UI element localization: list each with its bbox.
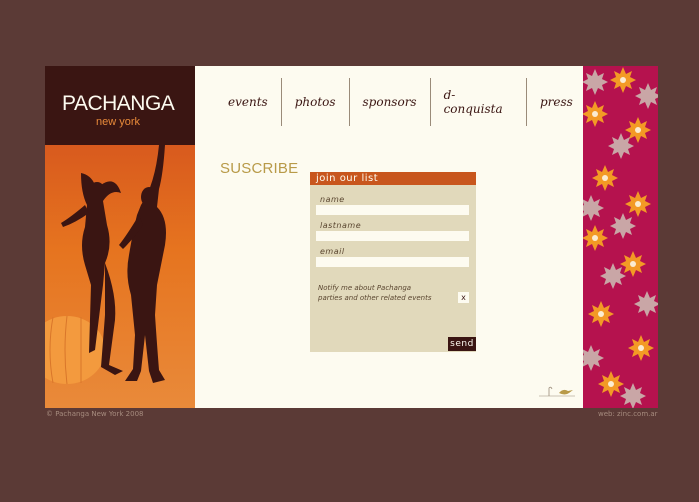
nav-d-conquista[interactable]: d-conquista xyxy=(431,78,526,126)
dancers-image xyxy=(45,145,195,408)
nav-photos[interactable]: photos xyxy=(282,78,349,126)
notify-line-1: Notify me about Pachanga xyxy=(318,284,412,292)
page-title: SUSCRIBE xyxy=(220,160,299,177)
credit-link[interactable]: web: zinc.com.ar xyxy=(598,410,658,418)
flower-pattern xyxy=(583,66,658,408)
signup-form: join our list name lastname email Notify… xyxy=(310,172,476,352)
dancer-right xyxy=(119,145,166,383)
copyright: © Pachanga New York 2008 xyxy=(46,410,144,418)
nav-press[interactable]: press xyxy=(527,78,586,126)
flower-pattern-art xyxy=(583,67,658,408)
notify-line-2: parties and other related events xyxy=(318,294,432,302)
nav-sponsors[interactable]: sponsors xyxy=(350,78,430,126)
notify-checkbox[interactable]: x xyxy=(458,292,469,303)
lastname-field[interactable] xyxy=(316,231,469,241)
logo-title: PACHANGA xyxy=(62,92,175,115)
logo-box[interactable]: PACHANGA new york xyxy=(45,66,195,145)
page-frame: PACHANGA new york events photos sponsors… xyxy=(45,66,658,408)
email-field[interactable] xyxy=(316,257,469,267)
form-header: join our list xyxy=(310,172,476,185)
lastname-label: lastname xyxy=(320,221,362,230)
name-label: name xyxy=(320,195,345,204)
nav-events[interactable]: events xyxy=(215,78,281,126)
notify-text: Notify me about Pachanga parties and oth… xyxy=(318,283,431,303)
name-field[interactable] xyxy=(316,205,469,215)
send-button[interactable]: send xyxy=(448,337,476,351)
email-label: email xyxy=(320,247,345,256)
dancers-silhouette xyxy=(45,145,166,385)
left-column: PACHANGA new york xyxy=(45,66,195,408)
logo-subtitle: new york xyxy=(96,116,141,128)
bird-decoration-icon xyxy=(539,386,575,397)
